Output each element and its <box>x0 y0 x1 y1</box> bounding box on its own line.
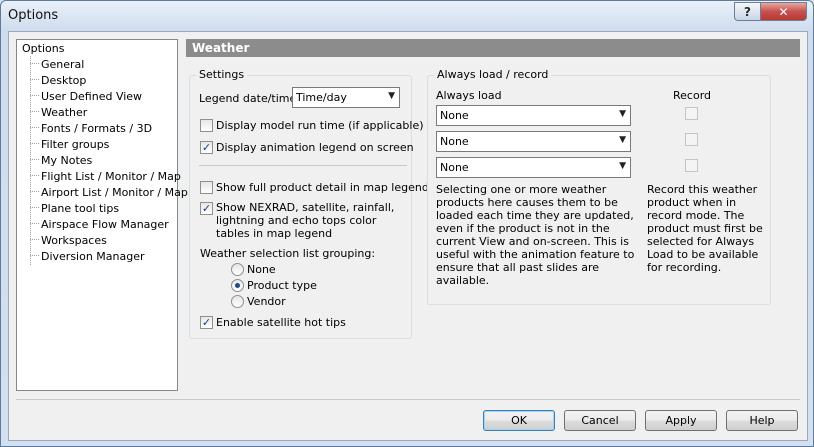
satellite-tips-checkbox[interactable]: ✓ <box>200 316 213 329</box>
tree-connector <box>30 223 39 224</box>
tree-connector <box>30 175 39 176</box>
show-nexrad-label: Show NEXRAD, satellite, rainfall, lightn… <box>216 201 395 240</box>
grouping-vendor-label: Vendor <box>247 295 286 308</box>
record-column-header: Record <box>673 89 712 102</box>
tree-item-airspace-flow-manager[interactable]: Airspace Flow Manager <box>41 218 169 231</box>
always-load-group-title: Always load / record <box>434 68 552 81</box>
tree-connector <box>30 191 39 192</box>
help-title-button[interactable]: ? <box>734 2 760 21</box>
always-load-help-text: Selecting one or more weather products h… <box>436 183 635 287</box>
question-icon: ? <box>744 4 751 19</box>
tree-item-general[interactable]: General <box>41 58 84 71</box>
always-load-select-1[interactable]: None ▼ <box>436 105 631 126</box>
grouping-none-label: None <box>247 263 276 276</box>
chevron-down-icon: ▼ <box>619 161 626 171</box>
settings-group-title: Settings <box>196 68 248 81</box>
tree-connector <box>30 111 39 112</box>
tree-item-filter-groups[interactable]: Filter groups <box>41 138 109 151</box>
grouping-none-radio[interactable] <box>231 263 244 276</box>
chevron-down-icon: ▼ <box>619 109 626 119</box>
tree-item-plane-tool-tips[interactable]: Plane tool tips <box>41 202 119 215</box>
title-bar[interactable]: Options ? ✕ <box>1 1 813 31</box>
tree-connector <box>30 127 39 128</box>
always-load-value-2: None <box>440 135 469 148</box>
section-header: Weather <box>186 39 800 57</box>
always-load-value-3: None <box>440 161 469 174</box>
legend-date-label: Legend date/time: <box>199 92 300 105</box>
settings-separator <box>199 165 407 166</box>
dialog-client: Options General Desktop User Defined Vie… <box>8 31 808 441</box>
tree-connector <box>30 63 39 64</box>
display-model-run-checkbox[interactable] <box>200 119 213 132</box>
tree-connector <box>30 95 39 96</box>
options-tree[interactable]: Options General Desktop User Defined Vie… <box>16 39 188 391</box>
tree-item-user-defined-view[interactable]: User Defined View <box>41 90 142 103</box>
tree-item-fonts-formats-3d[interactable]: Fonts / Formats / 3D <box>41 122 152 135</box>
tree-line <box>30 56 31 265</box>
tree-item-diversion-manager[interactable]: Diversion Manager <box>41 250 145 263</box>
tree-connector <box>30 143 39 144</box>
tree-item-workspaces[interactable]: Workspaces <box>41 234 107 247</box>
always-load-column-header: Always load <box>436 89 502 102</box>
tree-item-my-notes[interactable]: My Notes <box>41 154 92 167</box>
satellite-tips-label: Enable satellite hot tips <box>216 316 346 329</box>
chevron-down-icon: ▼ <box>619 135 626 145</box>
close-icon: ✕ <box>778 4 789 19</box>
grouping-product-type-label: Product type <box>247 279 317 292</box>
legend-date-value: Time/day <box>296 91 347 104</box>
ok-button[interactable]: OK <box>483 410 555 431</box>
show-nexrad-checkbox[interactable]: ✓ <box>200 202 213 215</box>
cancel-button[interactable]: Cancel <box>564 410 636 431</box>
tree-item-desktop[interactable]: Desktop <box>41 74 86 87</box>
record-checkbox-2[interactable] <box>685 133 698 146</box>
record-checkbox-1[interactable] <box>685 107 698 120</box>
chevron-down-icon: ▼ <box>388 91 395 101</box>
always-load-select-2[interactable]: None ▼ <box>436 131 631 152</box>
tree-item-weather[interactable]: Weather <box>41 106 87 119</box>
record-checkbox-3[interactable] <box>685 159 698 172</box>
grouping-label: Weather selection list grouping: <box>200 247 376 260</box>
display-animation-checkbox[interactable]: ✓ <box>200 141 213 154</box>
tree-connector <box>30 207 39 208</box>
window-title: Options <box>8 8 59 23</box>
section-title: Weather <box>192 41 250 55</box>
tree-connector <box>30 79 39 80</box>
tree-item-flight-list[interactable]: Flight List / Monitor / Map <box>41 170 181 183</box>
grouping-vendor-radio[interactable] <box>231 295 244 308</box>
tree-item-airport-list[interactable]: Airport List / Monitor / Map <box>41 186 188 199</box>
tree-connector <box>30 239 39 240</box>
tree-connector <box>30 255 39 256</box>
close-button[interactable]: ✕ <box>760 2 807 21</box>
show-full-detail-checkbox[interactable] <box>200 181 213 194</box>
record-help-text: Record this weather product when in reco… <box>647 183 763 274</box>
legend-date-select[interactable]: Time/day ▼ <box>292 87 400 108</box>
help-button[interactable]: Help <box>726 410 798 431</box>
tree-connector <box>30 159 39 160</box>
grouping-product-type-radio[interactable] <box>231 279 244 292</box>
footer-separator <box>16 399 800 400</box>
tree-root[interactable]: Options <box>22 42 64 55</box>
always-load-select-3[interactable]: None ▼ <box>436 157 631 178</box>
options-window: Options ? ✕ Options General Desktop User… <box>0 0 814 447</box>
display-animation-label: Display animation legend on screen <box>216 141 414 154</box>
apply-button[interactable]: Apply <box>645 410 717 431</box>
always-load-value-1: None <box>440 109 469 122</box>
show-full-detail-label: Show full product detail in map legend <box>216 181 429 194</box>
display-model-run-label: Display model run time (if applicable) <box>216 119 424 132</box>
